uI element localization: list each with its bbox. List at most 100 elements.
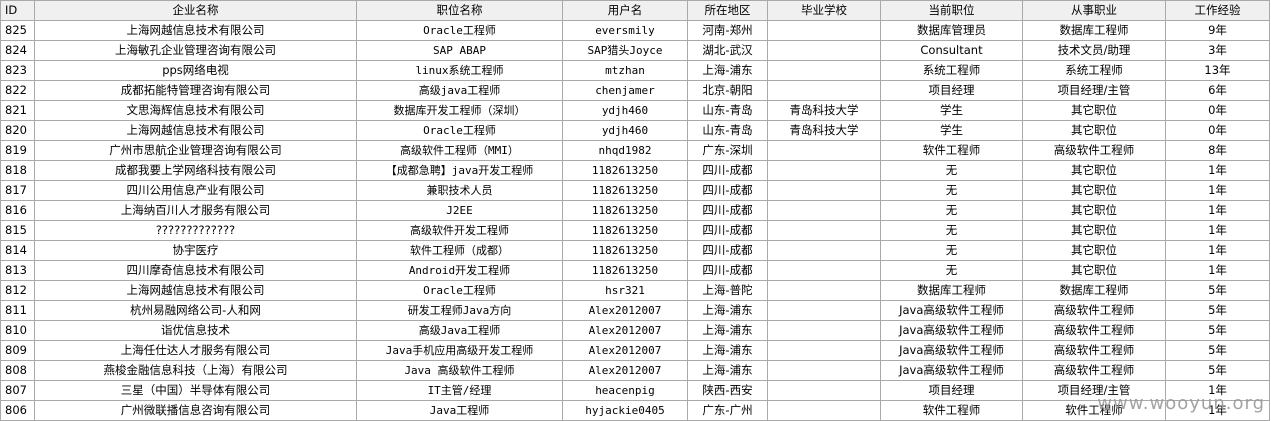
cell-id: 815: [1, 221, 35, 241]
cell-company: 上海网越信息技术有限公司: [35, 281, 357, 301]
cell-region: 广东-深圳: [688, 141, 768, 161]
cell-school: [768, 281, 881, 301]
cell-current-position: 无: [881, 241, 1023, 261]
cell-occupation: 数据库工程师: [1023, 281, 1166, 301]
col-header-current-position[interactable]: 当前职位: [881, 1, 1023, 21]
table-row[interactable]: 819广州市思航企业管理咨询有限公司高级软件工程师（MMI）nhqd1982广东…: [1, 141, 1270, 161]
cell-position: 软件工程师（成都）: [357, 241, 563, 261]
cell-position: Java手机应用高级开发工程师: [357, 341, 563, 361]
cell-occupation: 高级软件工程师: [1023, 341, 1166, 361]
cell-current-position: Java高级软件工程师: [881, 321, 1023, 341]
cell-school: [768, 41, 881, 61]
table-row[interactable]: 820上海网越信息技术有限公司Oracle工程师ydjh460山东-青岛青岛科技…: [1, 121, 1270, 141]
cell-company: 四川公用信息产业有限公司: [35, 181, 357, 201]
col-header-company[interactable]: 企业名称: [35, 1, 357, 21]
cell-username: Alex2012007: [563, 301, 688, 321]
table-row[interactable]: 815?????????????高级软件开发工程师1182613250四川-成都…: [1, 221, 1270, 241]
cell-region: 河南-郑州: [688, 21, 768, 41]
table-row[interactable]: 823pps网络电视linux系统工程师mtzhan上海-浦东系统工程师系统工程…: [1, 61, 1270, 81]
col-header-region[interactable]: 所在地区: [688, 1, 768, 21]
cell-experience: 1年: [1166, 201, 1270, 221]
col-header-username[interactable]: 用户名: [563, 1, 688, 21]
cell-experience: 5年: [1166, 281, 1270, 301]
cell-position: 兼职技术人员: [357, 181, 563, 201]
cell-experience: 5年: [1166, 321, 1270, 341]
cell-experience: 1年: [1166, 241, 1270, 261]
table-row[interactable]: 807三星（中国）半导体有限公司IT主管/经理heacenpig陕西-西安项目经…: [1, 381, 1270, 401]
table-row[interactable]: 812上海网越信息技术有限公司Oracle工程师hsr321上海-普陀数据库工程…: [1, 281, 1270, 301]
table-row[interactable]: 822成都拓能特管理咨询有限公司高级java工程师chenjamer北京-朝阳项…: [1, 81, 1270, 101]
cell-username: Alex2012007: [563, 361, 688, 381]
table-row[interactable]: 809上海任仕达人才服务有限公司Java手机应用高级开发工程师Alex20120…: [1, 341, 1270, 361]
cell-id: 811: [1, 301, 35, 321]
cell-school: [768, 161, 881, 181]
col-header-occupation[interactable]: 从事职业: [1023, 1, 1166, 21]
col-header-position[interactable]: 职位名称: [357, 1, 563, 21]
cell-company: 燕梭金融信息科技（上海）有限公司: [35, 361, 357, 381]
cell-company: 广州市思航企业管理咨询有限公司: [35, 141, 357, 161]
cell-experience: 9年: [1166, 21, 1270, 41]
cell-region: 四川-成都: [688, 201, 768, 221]
cell-school: [768, 241, 881, 261]
cell-occupation: 其它职位: [1023, 241, 1166, 261]
cell-id: 817: [1, 181, 35, 201]
table-row[interactable]: 821文思海辉信息技术有限公司数据库开发工程师（深圳）ydjh460山东-青岛青…: [1, 101, 1270, 121]
cell-username: 1182613250: [563, 161, 688, 181]
cell-current-position: Java高级软件工程师: [881, 301, 1023, 321]
cell-position: 数据库开发工程师（深圳）: [357, 101, 563, 121]
cell-school: [768, 181, 881, 201]
col-header-experience[interactable]: 工作经验: [1166, 1, 1270, 21]
table-row[interactable]: 818成都我要上学网络科技有限公司【成都急聘】java开发工程师11826132…: [1, 161, 1270, 181]
cell-experience: 3年: [1166, 41, 1270, 61]
cell-school: [768, 201, 881, 221]
col-header-school[interactable]: 毕业学校: [768, 1, 881, 21]
table-row[interactable]: 810诣优信息技术高级Java工程师Alex2012007上海-浦东Java高级…: [1, 321, 1270, 341]
table-row[interactable]: 813四川摩奇信息技术有限公司Android开发工程师1182613250四川-…: [1, 261, 1270, 281]
cell-username: mtzhan: [563, 61, 688, 81]
cell-current-position: 软件工程师: [881, 141, 1023, 161]
cell-occupation: 其它职位: [1023, 181, 1166, 201]
cell-id: 818: [1, 161, 35, 181]
cell-username: Alex2012007: [563, 321, 688, 341]
cell-company: 诣优信息技术: [35, 321, 357, 341]
table-row[interactable]: 825上海网越信息技术有限公司Oracle工程师eversmily河南-郑州数据…: [1, 21, 1270, 41]
cell-school: [768, 21, 881, 41]
table-row[interactable]: 808燕梭金融信息科技（上海）有限公司Java 高级软件工程师Alex20120…: [1, 361, 1270, 381]
cell-experience: 13年: [1166, 61, 1270, 81]
table-row[interactable]: 824上海敏孔企业管理咨询有限公司SAP ABAPSAP猎头Joyce湖北-武汉…: [1, 41, 1270, 61]
cell-id: 810: [1, 321, 35, 341]
cell-region: 上海-浦东: [688, 361, 768, 381]
cell-experience: 6年: [1166, 81, 1270, 101]
cell-company: 三星（中国）半导体有限公司: [35, 381, 357, 401]
cell-occupation: 高级软件工程师: [1023, 141, 1166, 161]
cell-current-position: Java高级软件工程师: [881, 341, 1023, 361]
cell-school: [768, 261, 881, 281]
cell-company: 成都我要上学网络科技有限公司: [35, 161, 357, 181]
cell-company: 文思海辉信息技术有限公司: [35, 101, 357, 121]
table-row[interactable]: 814协宇医疗软件工程师（成都）1182613250四川-成都无其它职位1年: [1, 241, 1270, 261]
cell-current-position: 学生: [881, 121, 1023, 141]
cell-school: [768, 361, 881, 381]
cell-region: 四川-成都: [688, 161, 768, 181]
cell-company: 上海网越信息技术有限公司: [35, 121, 357, 141]
cell-occupation: 其它职位: [1023, 261, 1166, 281]
table-row[interactable]: 816上海纳百川人才服务有限公司J2EE1182613250四川-成都无其它职位…: [1, 201, 1270, 221]
cell-company: pps网络电视: [35, 61, 357, 81]
cell-experience: 0年: [1166, 101, 1270, 121]
table-row[interactable]: 811杭州易融网络公司-人和网研发工程师Java方向Alex2012007上海-…: [1, 301, 1270, 321]
cell-current-position: 项目经理: [881, 381, 1023, 401]
cell-school: 青岛科技大学: [768, 101, 881, 121]
cell-current-position: 无: [881, 221, 1023, 241]
table-row[interactable]: 817四川公用信息产业有限公司兼职技术人员1182613250四川-成都无其它职…: [1, 181, 1270, 201]
cell-id: 812: [1, 281, 35, 301]
cell-school: [768, 221, 881, 241]
cell-occupation: 高级软件工程师: [1023, 361, 1166, 381]
cell-current-position: 无: [881, 161, 1023, 181]
cell-position: 高级软件开发工程师: [357, 221, 563, 241]
cell-experience: 5年: [1166, 301, 1270, 321]
cell-current-position: Consultant: [881, 41, 1023, 61]
cell-region: 上海-浦东: [688, 301, 768, 321]
cell-current-position: 学生: [881, 101, 1023, 121]
col-header-id[interactable]: ID: [1, 1, 35, 21]
cell-region: 山东-青岛: [688, 101, 768, 121]
